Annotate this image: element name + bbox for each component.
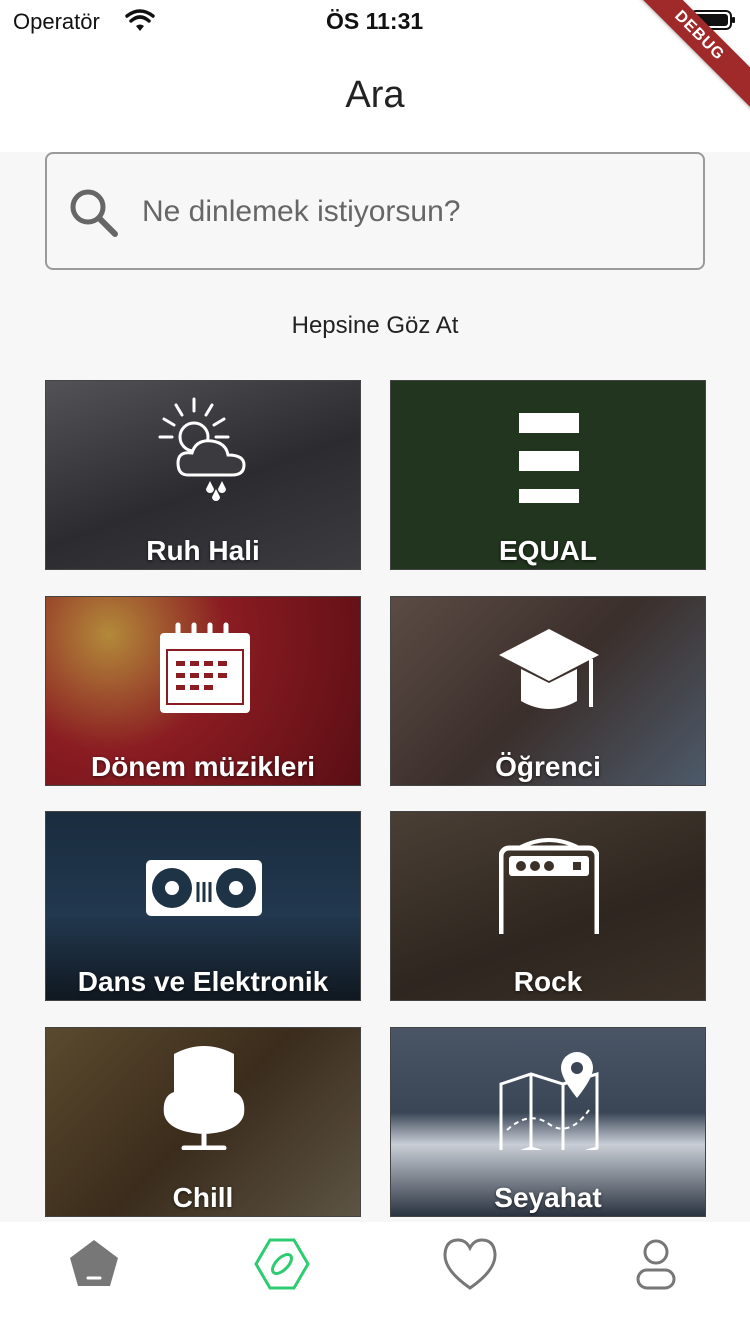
category-tile-ogrenci[interactable]: Öğrenci (390, 596, 706, 786)
category-label: EQUAL (499, 535, 597, 566)
calendar-icon (160, 622, 250, 713)
app-header: Ara (0, 42, 750, 152)
turntable-icon (146, 860, 262, 916)
category-label: Öğrenci (495, 751, 601, 782)
heart-icon[interactable] (440, 1234, 500, 1294)
category-label: Dönem müzikleri (90, 751, 316, 782)
compass-hexagon-icon[interactable] (252, 1234, 312, 1294)
category-label: Rock (513, 966, 583, 997)
category-tile-dans-ve-elektronik[interactable]: Dans ve Elektronik (45, 811, 361, 1001)
weather-sun-cloud-rain-icon (158, 397, 246, 501)
category-tile-seyahat[interactable]: Seyahat (390, 1027, 706, 1217)
search-box[interactable] (45, 152, 705, 270)
category-tile-donem-muzikleri[interactable]: Dönem müzikleri (45, 596, 361, 786)
carrier-name: Operatör (13, 9, 100, 34)
profile-icon[interactable] (626, 1234, 686, 1294)
category-tile-chill[interactable]: Chill (45, 1027, 361, 1217)
egg-chair-icon (163, 1046, 245, 1150)
category-tile-equal[interactable]: EQUAL (390, 380, 706, 570)
category-label: Seyahat (494, 1182, 602, 1213)
map-pin-icon (499, 1052, 599, 1150)
category-tile-rock[interactable]: Rock (390, 811, 706, 1001)
search-icon (70, 189, 118, 237)
graduation-cap-icon (499, 629, 599, 709)
wifi-icon (125, 9, 155, 31)
home-pentagon-icon[interactable] (64, 1234, 124, 1294)
search-input[interactable] (142, 192, 682, 232)
equal-bars-icon (519, 413, 579, 503)
clock: ÖS 11:31 (326, 8, 424, 34)
browse-all-title: Hepsine Göz At (291, 312, 459, 339)
category-label: Ruh Hali (146, 535, 260, 566)
status-bar: Operatör ÖS 11:31 (0, 0, 750, 42)
amplifier-icon (499, 838, 599, 934)
category-label: Dans ve Elektronik (77, 966, 329, 997)
page-title: Ara (345, 74, 405, 116)
bottom-nav (0, 1222, 750, 1334)
category-tile-ruh-hali[interactable]: Ruh Hali (45, 380, 361, 570)
category-label: Chill (172, 1182, 234, 1213)
